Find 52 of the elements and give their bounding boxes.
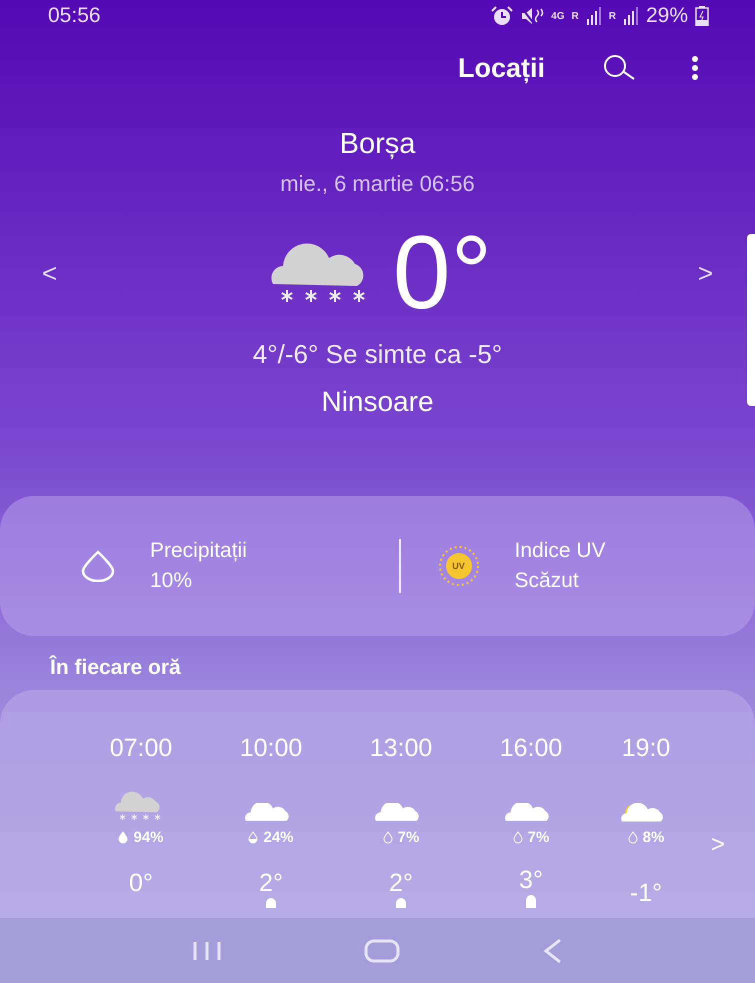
detail-value: 10% <box>150 569 194 593</box>
filled-drop-icon <box>118 831 128 844</box>
detail-value: Scăzut <box>514 569 580 593</box>
feels-like-text: 4°/-6° Se simte ca -5° <box>252 339 504 370</box>
signal-icon <box>586 7 602 25</box>
status-time: 05:56 <box>48 4 102 28</box>
hour-temperature: 2° <box>389 869 413 898</box>
roaming-label: R <box>608 10 616 22</box>
precipitation-chance: 7% <box>528 829 550 846</box>
hour-time: 19:0 <box>622 734 670 763</box>
next-location-button[interactable]: > <box>694 258 717 288</box>
section-title: În fiecare oră <box>50 656 182 680</box>
detail-label: Indice UV <box>514 539 606 563</box>
uv-sun-icon: UV <box>436 544 480 588</box>
edge-panel-handle[interactable] <box>747 234 755 406</box>
drop-icon <box>80 550 116 582</box>
battery-icon <box>695 6 709 26</box>
home-icon[interactable] <box>364 938 400 962</box>
battery-percent: 29% <box>646 4 688 28</box>
alarm-icon <box>491 6 514 26</box>
hour-temperature: -1° <box>630 879 662 908</box>
temperature-bar <box>396 898 406 908</box>
hour-temperature: 0° <box>129 869 153 898</box>
signal-icon <box>622 7 639 25</box>
previous-location-button[interactable]: < <box>38 258 62 288</box>
mute-icon <box>520 6 544 26</box>
hour-temperature: 3° <box>519 866 543 895</box>
hour-time: 16:00 <box>500 734 562 763</box>
header-title: Locații <box>458 52 545 84</box>
network-type: 4G <box>551 10 564 22</box>
precipitation-chance: 24% <box>263 829 294 846</box>
roaming-label: R <box>572 10 579 22</box>
hour-time: 13:00 <box>370 734 432 763</box>
current-temperature: 0° <box>392 221 492 325</box>
hour-time: 10:00 <box>240 734 302 763</box>
hour-time: 07:00 <box>110 734 172 763</box>
weather-condition: Ninsoare <box>320 386 435 418</box>
precipitation-chance: 94% <box>133 829 164 846</box>
hour-temperature: 2° <box>259 869 283 898</box>
drop-icon <box>382 831 393 844</box>
drop-icon <box>628 831 638 844</box>
temperature-bar <box>526 895 536 908</box>
date-time: mie., 6 martie 06:56 <box>279 171 476 197</box>
city-name: Borșa <box>338 128 416 161</box>
drop-icon <box>512 831 523 844</box>
detail-label: Precipitații <box>150 539 247 563</box>
more-options-icon[interactable] <box>691 56 699 80</box>
temperature-bar <box>266 898 276 908</box>
precipitation-chance: 7% <box>398 829 420 846</box>
precipitation-chance: 8% <box>642 829 664 846</box>
half-filled-drop-icon <box>248 831 258 844</box>
recent-apps-icon[interactable] <box>190 940 223 962</box>
